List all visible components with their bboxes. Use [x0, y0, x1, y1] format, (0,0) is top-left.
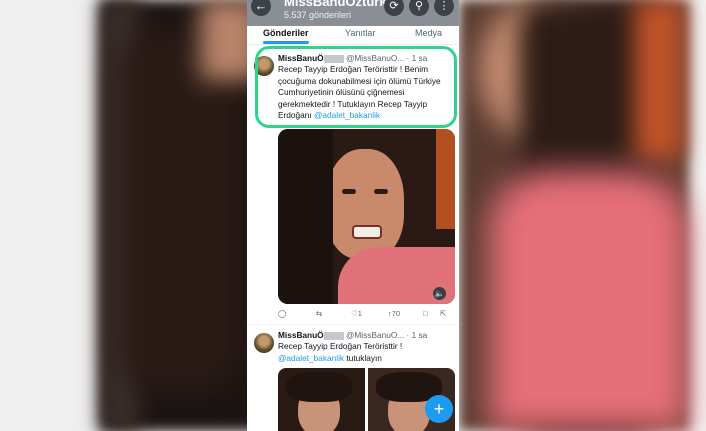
views-button[interactable]: ↑70: [388, 309, 400, 318]
compose-button[interactable]: +: [425, 395, 453, 423]
share-icon[interactable]: ⇱: [440, 309, 446, 318]
tab-media[interactable]: Medya: [415, 28, 442, 38]
phone-screen: ← MissBanuÖzturk 5.537 gönderileri ⟳ ⚲ ⋮…: [247, 0, 459, 431]
more-icon[interactable]: ⋮: [434, 0, 454, 16]
tweet-body-end: tutuklayın: [346, 352, 382, 363]
posts-count: 5.537 gönderileri: [284, 10, 352, 20]
tweet-author: MissBanuÖ: [278, 330, 324, 340]
tweet-image[interactable]: [278, 368, 365, 431]
search-icon[interactable]: ⚲: [409, 0, 429, 16]
back-arrow-icon[interactable]: ←: [251, 0, 271, 16]
blurred-background-right: [459, 0, 706, 431]
reply-icon[interactable]: ◯: [278, 309, 286, 318]
tweet-video[interactable]: 🔈: [278, 129, 455, 304]
refresh-icon[interactable]: ⟳: [384, 0, 404, 16]
tweet-time: · 1 sa: [406, 330, 428, 340]
tweet-2[interactable]: MissBanuÖ @MissBanuO... · 1 sa Recep Tay…: [278, 330, 456, 364]
profile-name: MissBanuÖzturk: [284, 0, 387, 9]
blurred-background-left: [0, 0, 247, 431]
tweet-actions: ◯ ⇆ ♡1 ↑70 □ ⇱: [278, 309, 455, 321]
tweet-handle: @MissBanuO...: [345, 330, 405, 340]
bookmark-icon[interactable]: □: [423, 309, 428, 318]
like-button[interactable]: ♡1: [351, 309, 362, 318]
active-tab-indicator: [263, 41, 309, 44]
view-count: 70: [391, 309, 401, 318]
redaction: [323, 331, 344, 340]
profile-tabs: Gönderiler Yanıtlar Medya: [247, 26, 459, 45]
mention-link[interactable]: @adalet_bakanlik: [278, 353, 344, 363]
tweet-divider: [247, 324, 459, 325]
tab-replies[interactable]: Yanıtlar: [345, 28, 375, 38]
retweet-icon[interactable]: ⇆: [316, 309, 322, 318]
like-count: 1: [357, 309, 362, 318]
green-highlight-annotation: [255, 46, 457, 128]
mute-icon[interactable]: 🔈: [433, 287, 446, 300]
profile-header: ← MissBanuÖzturk 5.537 gönderileri ⟳ ⚲ ⋮: [247, 0, 459, 26]
avatar[interactable]: [254, 333, 274, 353]
tab-posts[interactable]: Gönderiler: [263, 28, 309, 38]
tweet-body: Recep Tayyip Erdoğan Teröristtir !: [278, 341, 403, 352]
